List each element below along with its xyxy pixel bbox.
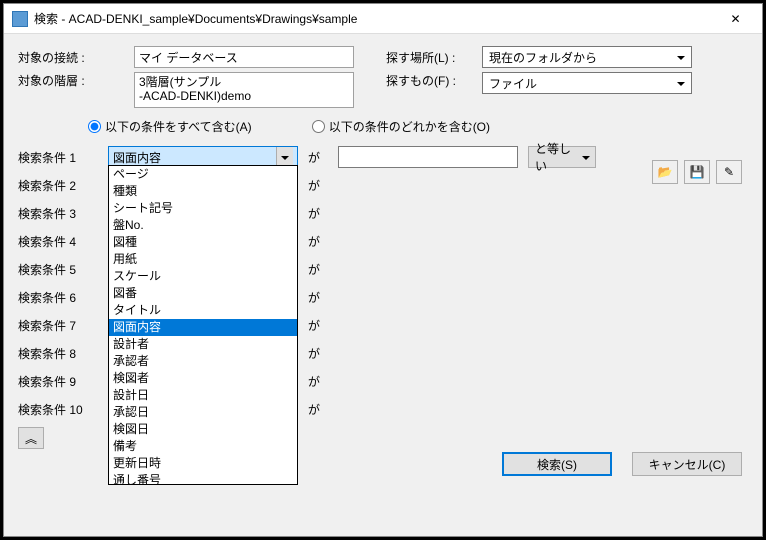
window-title: 検索 - ACAD-DENKI_sample¥Documents¥Drawing… — [34, 10, 713, 27]
cond-label-3: 検索条件 3 — [18, 205, 98, 222]
cond-label-6: 検索条件 6 — [18, 289, 98, 306]
chevron-down-icon — [281, 156, 289, 160]
cond-label-7: 検索条件 7 — [18, 317, 98, 334]
dropdown-option[interactable]: 図番 — [109, 285, 297, 302]
dropdown-option[interactable]: 通し番号 — [109, 472, 297, 485]
cond-value-1[interactable] — [338, 146, 518, 168]
dialog-body: 対象の接続 : マイ データベース 探す場所(L) : 現在のフォルダから 対象… — [4, 34, 762, 536]
radio-any[interactable]: 以下の条件のどれかを含む(O) — [312, 118, 490, 135]
ga-3: が — [308, 205, 328, 222]
ga-1: が — [308, 149, 328, 166]
cond-label-8: 検索条件 8 — [18, 345, 98, 362]
cond-label-4: 検索条件 4 — [18, 233, 98, 250]
dropdown-option[interactable]: シート記号 — [109, 200, 297, 217]
collapse-icon: ︽ — [25, 430, 37, 447]
dropdown-option[interactable]: 検図日 — [109, 421, 297, 438]
dropdown-option[interactable]: 盤No. — [109, 217, 297, 234]
radio-any-input[interactable] — [312, 120, 325, 133]
cond-label-1: 検索条件 1 — [18, 149, 98, 166]
ga-4: が — [308, 233, 328, 250]
collapse-button[interactable]: ︽ — [18, 427, 44, 449]
search-what-select[interactable]: ファイル — [482, 72, 692, 94]
dropdown-option[interactable]: 承認者 — [109, 353, 297, 370]
title-bar: 検索 - ACAD-DENKI_sample¥Documents¥Drawing… — [4, 4, 762, 34]
close-button[interactable]: ✕ — [713, 5, 758, 33]
search-dialog: 検索 - ACAD-DENKI_sample¥Documents¥Drawing… — [3, 3, 763, 537]
label-search-loc: 探す場所(L) : — [386, 49, 476, 66]
app-icon — [12, 11, 28, 27]
cancel-button[interactable]: キャンセル(C) — [632, 452, 742, 476]
ga-9: が — [308, 373, 328, 390]
dropdown-option[interactable]: 備考 — [109, 438, 297, 455]
ga-8: が — [308, 345, 328, 362]
dropdown-option[interactable]: 種類 — [109, 183, 297, 200]
field-dropdown[interactable]: ページ種類シート記号盤No.図種用紙スケール図番タイトル図面内容設計者承認者検図… — [108, 165, 298, 485]
cond-label-5: 検索条件 5 — [18, 261, 98, 278]
conditions-grid: 検索条件 1 図面内容 が と等しい 検索条件 2 が 検索条件 3 が 検索条件 … — [18, 143, 748, 423]
search-button[interactable]: 検索(S) — [502, 452, 612, 476]
ga-5: が — [308, 261, 328, 278]
ga-7: が — [308, 317, 328, 334]
connection-field: マイ データベース — [134, 46, 354, 68]
hierarchy-field: 3階層(サンプル -ACAD-DENKI)demo — [134, 72, 354, 108]
label-hierarchy: 対象の階層 : — [18, 72, 128, 89]
dropdown-option[interactable]: 用紙 — [109, 251, 297, 268]
ga-6: が — [308, 289, 328, 306]
ga-2: が — [308, 177, 328, 194]
dropdown-option[interactable]: ページ — [109, 166, 297, 183]
cond-label-10: 検索条件 10 — [18, 401, 98, 418]
radio-all-input[interactable] — [88, 120, 101, 133]
dropdown-option[interactable]: 承認日 — [109, 404, 297, 421]
dropdown-option[interactable]: 図面内容 — [109, 319, 297, 336]
dropdown-option[interactable]: 更新日時 — [109, 455, 297, 472]
dropdown-option[interactable]: 図種 — [109, 234, 297, 251]
cond-label-2: 検索条件 2 — [18, 177, 98, 194]
dropdown-option[interactable]: 設計日 — [109, 387, 297, 404]
dropdown-option[interactable]: タイトル — [109, 302, 297, 319]
label-connection: 対象の接続 : — [18, 49, 128, 66]
cond-match-1[interactable]: と等しい — [528, 146, 596, 168]
close-icon: ✕ — [730, 12, 740, 26]
dropdown-option[interactable]: 設計者 — [109, 336, 297, 353]
dropdown-option[interactable]: 検図者 — [109, 370, 297, 387]
label-search-what: 探すもの(F) : — [386, 72, 476, 89]
cond-label-9: 検索条件 9 — [18, 373, 98, 390]
radio-all[interactable]: 以下の条件をすべて含む(A) — [88, 118, 252, 135]
ga-10: が — [308, 401, 328, 418]
search-location-select[interactable]: 現在のフォルダから — [482, 46, 692, 68]
dropdown-option[interactable]: スケール — [109, 268, 297, 285]
